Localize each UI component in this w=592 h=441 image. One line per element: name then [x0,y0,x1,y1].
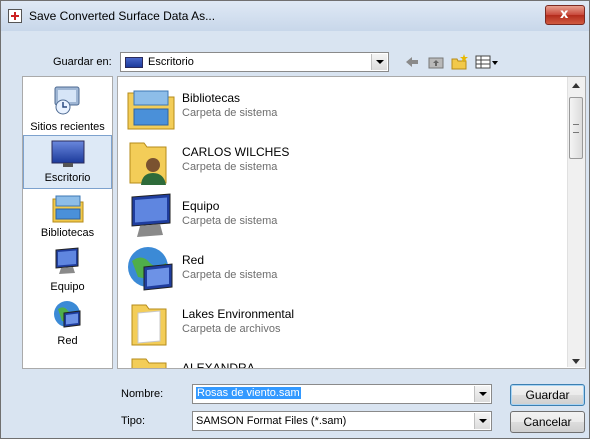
chevron-down-icon[interactable] [474,413,490,429]
place-label: Equipo [50,281,85,293]
file-list[interactable]: Bibliotecas Carpeta de sistema CARLOS WI… [117,76,586,369]
network-icon [52,299,84,331]
file-name: CARLOS WILCHES [182,145,290,159]
file-type: Carpeta de sistema [182,107,278,119]
place-label: Sitios recientes [30,121,105,133]
save-dialog: Save Converted Surface Data As... x Guar… [0,0,590,439]
close-button[interactable]: x [545,5,585,25]
list-item[interactable]: Red Carpeta de sistema [126,245,556,295]
list-item[interactable]: Bibliotecas Carpeta de sistema [126,83,556,133]
file-type: Carpeta de sistema [182,161,278,173]
folder-icon [126,299,176,349]
up-folder-icon[interactable] [427,53,445,71]
window-title: Save Converted Surface Data As... [29,9,216,23]
new-folder-icon[interactable] [451,53,469,71]
chevron-down-icon[interactable] [371,54,387,70]
file-name: Red [182,253,205,267]
chevron-down-icon[interactable] [474,386,490,402]
place-recent[interactable]: Sitios recientes [23,83,112,133]
computer-icon [53,247,83,277]
filename-label: Nombre: [121,388,164,400]
filename-value: Rosas de viento.sam [196,387,301,399]
list-item[interactable]: ALEXANDRA [126,353,556,369]
place-libraries[interactable]: Bibliotecas [23,193,112,239]
place-desktop[interactable]: Escritorio [23,135,112,189]
scroll-down-icon[interactable] [572,359,580,364]
file-type: Carpeta de sistema [182,215,278,227]
list-item[interactable]: Equipo Carpeta de sistema [126,191,556,241]
save-in-dropdown[interactable]: Escritorio [120,52,389,72]
list-item[interactable]: Lakes Environmental Carpeta de archivos [126,299,556,349]
save-in-value: Escritorio [148,56,194,68]
close-icon: x [560,7,569,22]
view-menu-icon[interactable] [475,53,499,71]
place-computer[interactable]: Equipo [23,247,112,293]
folder-icon [126,353,176,368]
file-name: Lakes Environmental [182,307,295,321]
desktop-icon [125,57,143,68]
file-type-label: Tipo: [121,415,146,427]
file-type: Carpeta de sistema [182,269,278,281]
file-name: Bibliotecas [182,91,241,105]
libraries-icon [52,193,84,223]
network-icon [126,245,176,295]
save-button[interactable]: Guardar [510,384,585,406]
app-icon [8,9,22,23]
computer-icon [126,191,176,241]
recent-places-icon [51,83,85,117]
place-label: Bibliotecas [40,227,95,239]
place-label: Escritorio [44,172,91,184]
file-type: Carpeta de archivos [182,323,281,335]
places-bar: Sitios recientes Escritorio Bibliotecas … [22,76,113,369]
file-name: ALEXANDRA [182,361,255,369]
filename-input[interactable]: Rosas de viento.sam [192,384,492,404]
scroll-up-icon[interactable] [572,83,580,88]
place-network[interactable]: Red [23,299,112,347]
place-label: Red [57,335,78,347]
file-type-value: SAMSON Format Files (*.sam) [196,415,347,427]
scroll-thumb[interactable] [569,97,583,159]
vertical-scrollbar[interactable] [567,77,585,367]
file-type-dropdown[interactable]: SAMSON Format Files (*.sam) [192,411,492,431]
libraries-icon [126,83,176,133]
title-bar[interactable]: Save Converted Surface Data As... x [1,1,589,31]
user-folder-icon [126,137,176,187]
save-in-label: Guardar en: [53,56,112,68]
file-name: Equipo [182,199,220,213]
back-arrow-icon[interactable] [403,53,421,71]
cancel-button[interactable]: Cancelar [510,411,585,433]
desktop-icon [51,140,85,168]
list-item[interactable]: CARLOS WILCHES Carpeta de sistema [126,137,556,187]
